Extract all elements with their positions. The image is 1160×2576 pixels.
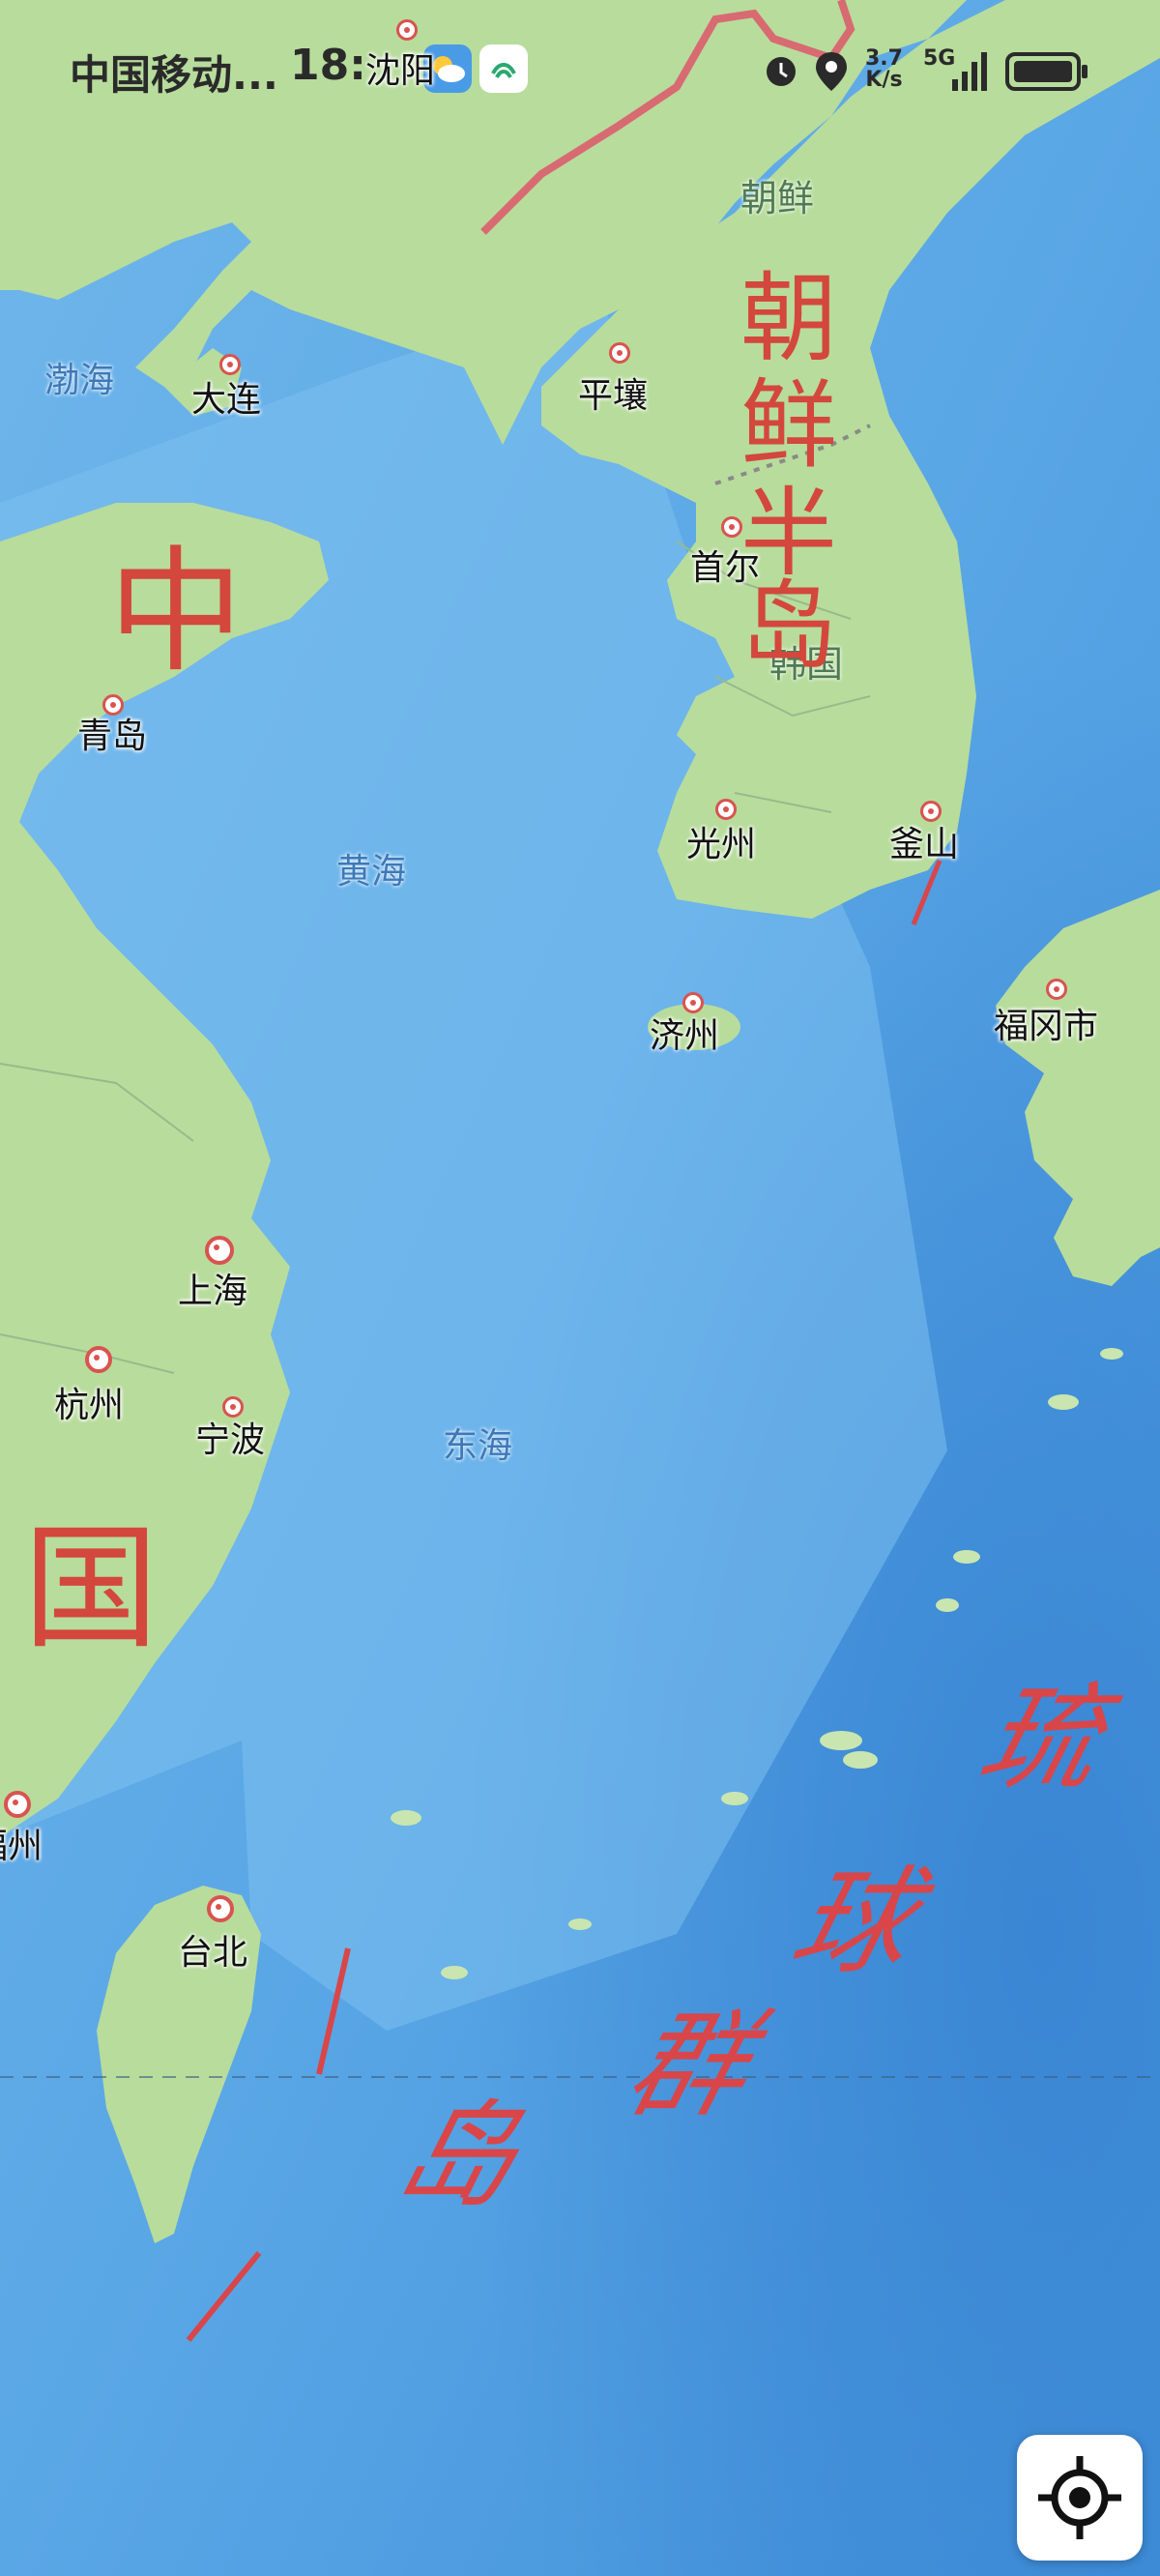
city-label-ningbo[interactable]: 宁波 xyxy=(195,1412,265,1462)
net-speed: 3.7 K/s xyxy=(865,48,903,91)
city-pin-seoul[interactable] xyxy=(721,516,742,538)
city-label-shenyang[interactable]: 沈阳 xyxy=(365,43,435,93)
city-pin-shanghai[interactable] xyxy=(205,1236,234,1265)
clock: 18: xyxy=(290,41,366,90)
carrier-name: 中国移动... xyxy=(70,51,278,99)
city-pin-hangzhou[interactable] xyxy=(85,1346,112,1373)
alarm-icon xyxy=(767,57,796,86)
city-pin-fuzhou[interactable] xyxy=(4,1791,31,1818)
network-type: 5G xyxy=(923,46,956,71)
country-label-north-korea: 朝鲜 xyxy=(740,177,815,220)
city-label-jeju[interactable]: 济州 xyxy=(650,1008,719,1058)
status-bar: 中国移动... 18: 3.7 K/s 5G xyxy=(0,0,1160,135)
city-label-taipei[interactable]: 台北 xyxy=(178,1924,247,1975)
annotation-korea-4: 岛 xyxy=(740,570,837,683)
city-label-gwangju[interactable]: 光州 xyxy=(686,816,756,866)
locate-icon xyxy=(1038,2456,1121,2539)
net-speed-value: 3.7 xyxy=(865,46,903,71)
city-label-dalian[interactable]: 大连 xyxy=(191,371,261,422)
sea-label-east-sea: 东海 xyxy=(443,1426,513,1466)
city-pin-taipei[interactable] xyxy=(207,1895,234,1922)
city-pin-shenyang[interactable] xyxy=(396,19,418,41)
sea-label-bohai: 渤海 xyxy=(44,361,115,400)
city-label-busan[interactable]: 釜山 xyxy=(889,816,959,866)
city-label-hangzhou[interactable]: 杭州 xyxy=(54,1377,124,1427)
city-label-qingdao[interactable]: 青岛 xyxy=(77,708,147,758)
sim-icon xyxy=(479,44,528,93)
city-label-shanghai[interactable]: 上海 xyxy=(178,1263,247,1313)
annotation-china-1: 中 xyxy=(108,534,245,691)
battery-icon xyxy=(1005,52,1088,91)
city-label-fuzhou[interactable]: 福州 xyxy=(0,1818,43,1868)
net-speed-unit: K/s xyxy=(865,68,903,92)
city-pin-pyongyang[interactable] xyxy=(609,342,630,364)
sea-label-yellow-sea: 黄海 xyxy=(336,852,407,892)
city-label-pyongyang[interactable]: 平壤 xyxy=(578,367,648,418)
location-icon xyxy=(816,52,847,91)
city-label-fukuoka[interactable]: 福冈市 xyxy=(994,998,1098,1048)
city-pin-fukuoka[interactable] xyxy=(1046,979,1067,1000)
locate-button[interactable] xyxy=(1017,2435,1143,2561)
annotation-china-2: 国 xyxy=(23,1510,160,1668)
signal-icon xyxy=(952,52,987,91)
